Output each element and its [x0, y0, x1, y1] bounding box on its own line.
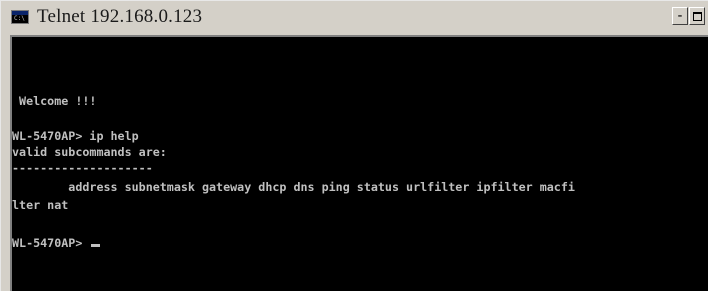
welcome-line: Welcome !!!	[12, 94, 97, 108]
text-cursor	[91, 244, 101, 247]
command-line: WL-5470AP> ip help	[12, 129, 139, 143]
console-output[interactable]: Welcome !!! WL-5470AP> ip help valid sub…	[10, 35, 708, 291]
maximize-button[interactable]	[689, 7, 705, 25]
prompt-text: WL-5470AP>	[12, 236, 90, 250]
window-controls: -	[672, 7, 705, 25]
prompt-line[interactable]: WL-5470AP>	[12, 236, 101, 251]
maximize-icon	[692, 11, 702, 21]
minimize-button[interactable]: -	[672, 7, 688, 25]
title-bar[interactable]: C:\ Telnet 192.168.0.123 -	[3, 3, 708, 31]
minimize-icon: -	[675, 8, 685, 24]
separator-line: --------------------	[12, 161, 153, 175]
subcommands-wrap-line: lter nat	[12, 198, 69, 212]
telnet-window: C:\ Telnet 192.168.0.123 - Welcome !!! W…	[0, 0, 708, 291]
console-app-icon[interactable]: C:\	[11, 10, 29, 24]
subcommands-header-line: valid subcommands are:	[12, 145, 167, 159]
window-title: Telnet 192.168.0.123	[37, 6, 203, 27]
subcommands-list-line: address subnetmask gateway dhcp dns ping…	[12, 180, 575, 194]
